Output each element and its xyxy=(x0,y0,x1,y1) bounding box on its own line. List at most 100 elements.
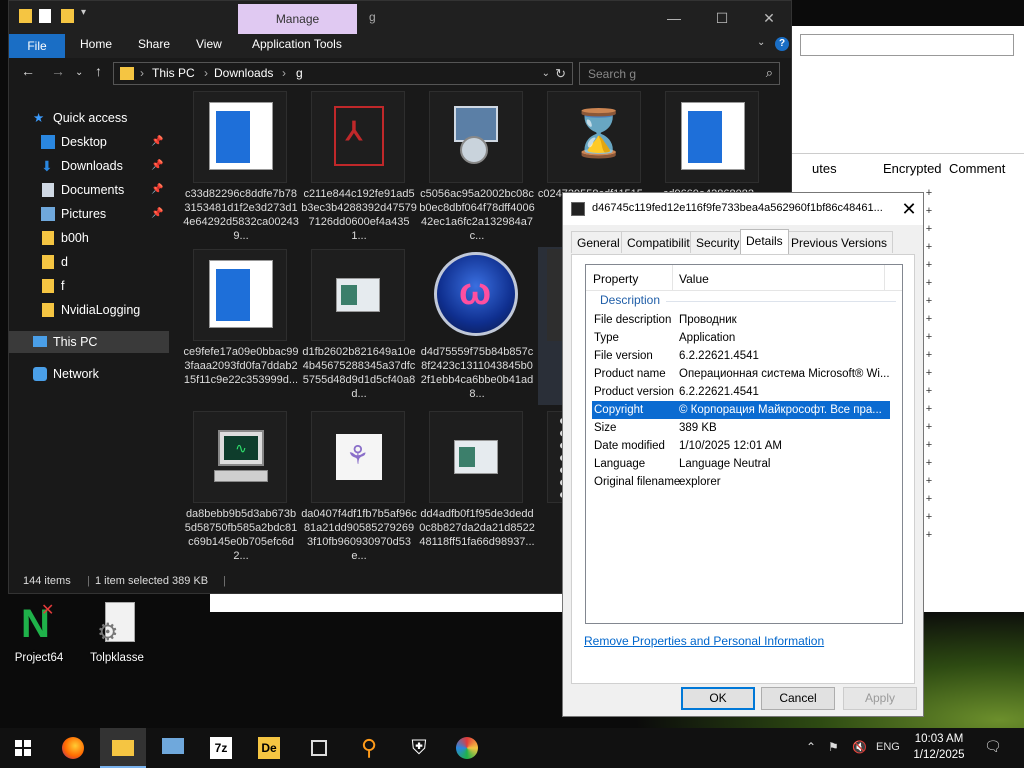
tab-share[interactable]: Share xyxy=(138,37,170,51)
taskbar-file-explorer[interactable] xyxy=(100,728,146,768)
property-row[interactable]: File version 6.2.22621.4541 xyxy=(592,347,890,365)
sidebar-item-downloads[interactable]: ⬇ Downloads 📌 xyxy=(9,155,169,177)
help-icon[interactable]: ? xyxy=(775,37,789,51)
sidebar-item-nvidialogging[interactable]: NvidiaLogging xyxy=(9,299,169,321)
forward-icon[interactable]: → xyxy=(51,63,65,79)
notification-tray-icon[interactable]: ⚑ xyxy=(828,740,839,754)
properties-icon[interactable] xyxy=(39,9,51,23)
tab-file[interactable]: File xyxy=(9,34,65,58)
close-icon[interactable]: ✕ xyxy=(746,5,792,31)
manage-tab[interactable]: Manage xyxy=(238,4,357,34)
language-indicator[interactable]: ENG xyxy=(876,741,900,753)
column-divider[interactable] xyxy=(884,265,885,291)
minimize-icon[interactable]: — xyxy=(651,5,697,31)
apply-button[interactable]: Apply xyxy=(843,687,917,710)
column-header-comment[interactable]: Comment xyxy=(949,161,1005,176)
folder-icon xyxy=(19,9,32,23)
pin-icon[interactable]: 📌 xyxy=(151,131,163,153)
chevron-down-icon[interactable]: ▾ xyxy=(81,7,94,21)
taskbar-network-app[interactable] xyxy=(150,728,196,768)
taskbar-paint-app[interactable] xyxy=(444,728,490,768)
back-icon[interactable]: ← xyxy=(21,63,35,79)
maximize-icon[interactable]: ☐ xyxy=(699,5,745,31)
sidebar-item-label: Downloads xyxy=(61,159,123,173)
sidebar-item-label: b00h xyxy=(61,231,89,245)
pin-icon[interactable]: 📌 xyxy=(151,155,163,177)
document-icon xyxy=(42,183,54,197)
sidebar-item-d[interactable]: d xyxy=(9,251,169,273)
start-button[interactable] xyxy=(0,728,46,768)
file-thumbnail: ∿ xyxy=(193,411,287,503)
breadcrumb-separator-icon[interactable]: › xyxy=(282,66,286,80)
ok-button[interactable]: OK xyxy=(681,687,755,710)
property-row[interactable]: Size 389 KB xyxy=(592,419,890,437)
taskbar-task-view[interactable] xyxy=(296,728,342,768)
sidebar-item-label: Network xyxy=(53,367,99,381)
sidebar-item-f[interactable]: f xyxy=(9,275,169,297)
column-divider[interactable] xyxy=(672,265,673,291)
property-row[interactable]: Original filename explorer xyxy=(592,473,890,491)
property-row[interactable]: Copyright © Корпорация Майкрософт. Все пр… xyxy=(592,401,890,419)
tab-view[interactable]: View xyxy=(196,37,222,51)
new-folder-icon[interactable] xyxy=(61,9,74,23)
tab-previous-versions[interactable]: Previous Versions xyxy=(785,231,894,253)
property-row[interactable]: File description Проводник xyxy=(592,311,890,329)
desktop-icon-project64[interactable]: N ✕ Project64 xyxy=(4,602,74,664)
sidebar-item-network[interactable]: Network xyxy=(9,363,169,385)
property-row[interactable]: Product version 6.2.22621.4541 xyxy=(592,383,890,401)
breadcrumb-g[interactable]: g xyxy=(296,66,303,80)
up-icon[interactable]: ↑ xyxy=(95,63,102,79)
sidebar-item-this-pc[interactable]: This PC xyxy=(9,331,169,353)
speaker-muted-icon[interactable]: 🔇 xyxy=(852,740,867,754)
tab-home[interactable]: Home xyxy=(80,37,112,51)
sidebar-item-quick-access[interactable]: ★ Quick access xyxy=(9,107,169,129)
property-name: Product name xyxy=(594,368,666,380)
pin-icon[interactable]: 📌 xyxy=(151,203,163,225)
breadcrumb-downloads[interactable]: Downloads xyxy=(214,66,273,80)
remove-properties-link[interactable]: Remove Properties and Personal Informati… xyxy=(584,634,824,648)
address-bar[interactable]: › This PC › Downloads › g ⌄ ↻ xyxy=(113,62,573,85)
sidebar-item-desktop[interactable]: Desktop 📌 xyxy=(9,131,169,153)
expand-ribbon-icon[interactable]: ⌄ xyxy=(757,37,765,48)
sidebar-item-pictures[interactable]: Pictures 📌 xyxy=(9,203,169,225)
desktop-icon-tolpklasse[interactable]: ⚙ Tolpklasse xyxy=(82,602,152,664)
die-icon: De xyxy=(258,737,280,759)
column-header-encrypted[interactable]: Encrypted xyxy=(883,161,942,176)
title-bar[interactable]: ▾ Manage g — ☐ ✕ xyxy=(9,1,791,34)
taskbar-firefox[interactable] xyxy=(50,728,96,768)
breadcrumb-this-pc[interactable]: This PC xyxy=(152,66,195,80)
taskbar-security[interactable]: ⛨ xyxy=(396,728,442,768)
column-property[interactable]: Property xyxy=(593,272,638,286)
close-icon[interactable]: ✕ xyxy=(897,197,921,221)
property-row[interactable]: Type Application xyxy=(592,329,890,347)
recent-locations-icon[interactable]: ⌄ xyxy=(75,67,83,78)
properties-list[interactable]: Property Value Description File descript… xyxy=(585,264,903,624)
column-header-attributes[interactable]: utes xyxy=(812,161,837,176)
refresh-icon[interactable]: ↻ xyxy=(555,66,566,82)
sidebar-item-documents[interactable]: Documents 📌 xyxy=(9,179,169,201)
properties-dialog[interactable]: d46745c119fed12e116f9fe733bea4a562960f1b… xyxy=(562,192,924,717)
taskbar-7zip[interactable]: 7z xyxy=(198,728,244,768)
property-row[interactable]: Product name Операционная система Microso… xyxy=(592,365,890,383)
tab-application-tools[interactable]: Application Tools xyxy=(252,37,342,51)
property-row[interactable]: Language Language Neutral xyxy=(592,455,890,473)
action-center-icon[interactable]: 🗨 xyxy=(984,738,1002,755)
dialog-title-bar[interactable]: d46745c119fed12e116f9fe733bea4a562960f1b… xyxy=(563,193,923,225)
taskbar-search-tool[interactable]: ⚲ xyxy=(346,728,392,768)
clock[interactable]: 10:03 AM 1/12/2025 xyxy=(908,731,970,763)
taskbar-detect-it-easy[interactable]: De xyxy=(246,728,292,768)
tab-general[interactable]: General xyxy=(571,231,626,253)
address-dropdown-icon[interactable]: ⌄ xyxy=(542,68,550,79)
property-name: Type xyxy=(594,332,619,344)
column-value[interactable]: Value xyxy=(679,272,709,286)
property-row[interactable]: Date modified 1/10/2025 12:01 AM xyxy=(592,437,890,455)
cancel-button[interactable]: Cancel xyxy=(761,687,835,710)
tab-security[interactable]: Security xyxy=(690,231,746,253)
chevron-up-icon[interactable]: ⌃ xyxy=(806,740,816,754)
breadcrumb-separator-icon[interactable]: › xyxy=(140,66,144,80)
pin-icon[interactable]: 📌 xyxy=(151,179,163,201)
sidebar-item-b00h[interactable]: b00h xyxy=(9,227,169,249)
breadcrumb-separator-icon[interactable]: › xyxy=(204,66,208,80)
tab-details[interactable]: Details xyxy=(740,229,789,254)
search-input[interactable]: Search g ⌕ xyxy=(579,62,780,85)
